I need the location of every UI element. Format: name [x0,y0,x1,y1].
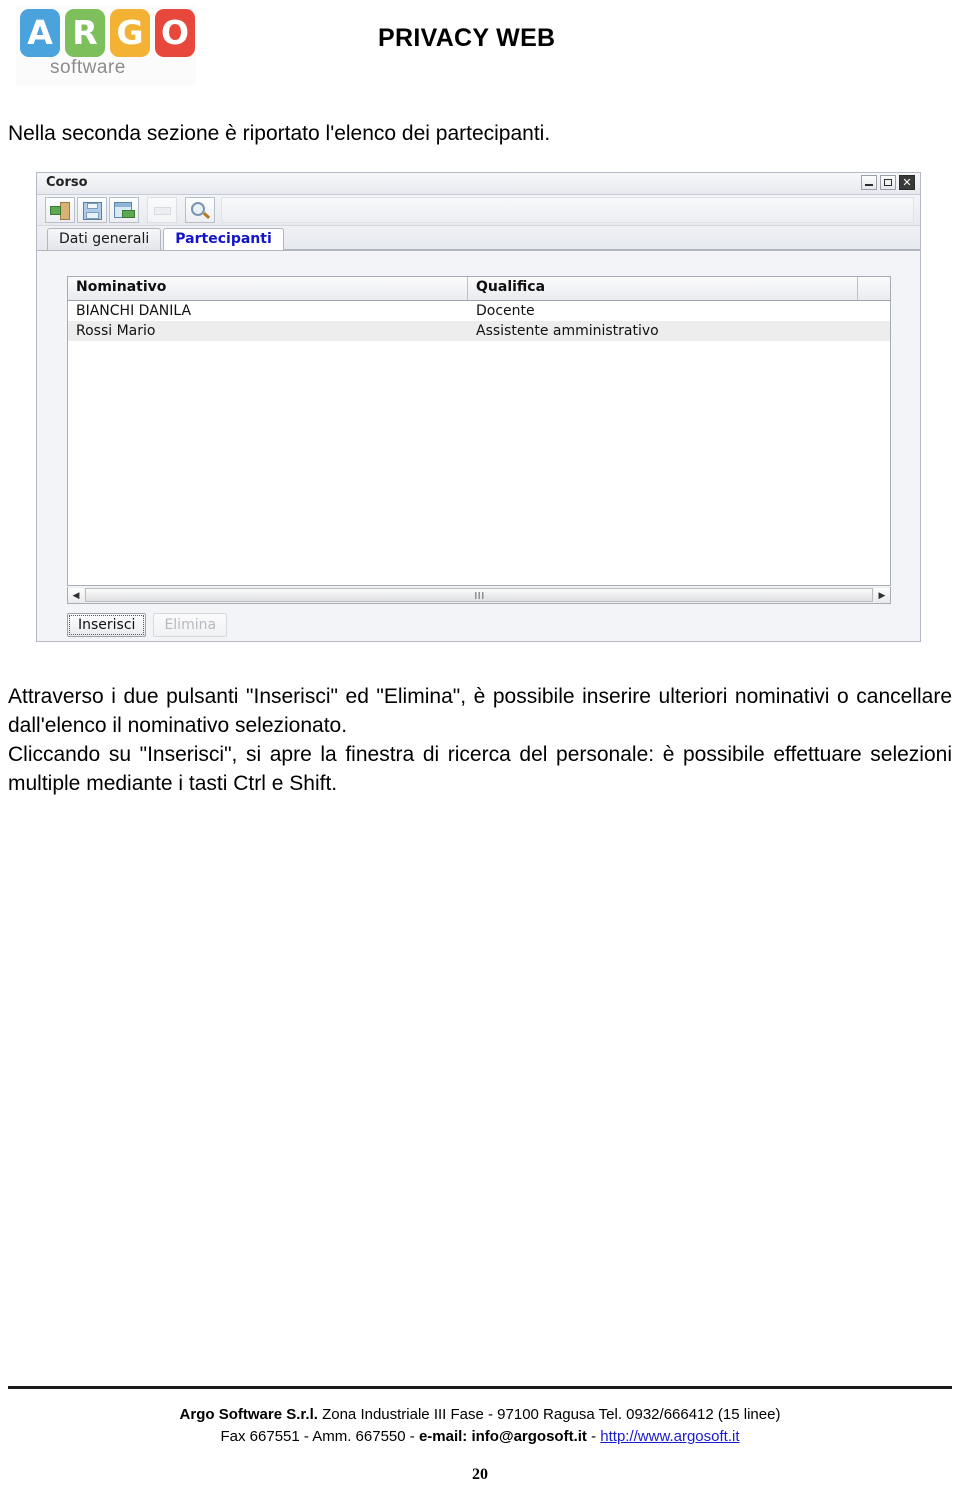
tab-panel-partecipanti: Nominativo Qualifica BIANCHI DANILA Doce… [37,250,920,641]
magnifier-handle-icon [202,212,211,219]
table-row[interactable]: BIANCHI DANILA Docente [68,301,890,321]
scroll-right-arrow-icon[interactable]: ▶ [874,587,890,603]
close-button[interactable]: ✕ [899,175,915,190]
intro-paragraph: Nella seconda sezione è riportato l'elen… [8,122,551,145]
minimize-icon [865,184,873,186]
cell-nominativo: BIANCHI DANILA [76,303,192,319]
tab-partecipanti[interactable]: Partecipanti [163,228,284,250]
logo-wordmark: software [50,57,126,78]
window-title-bar: Corso ✕ [37,173,920,195]
inserisci-button[interactable]: Inserisci [67,613,147,637]
footer-website-link[interactable]: http://www.argosoft.it [600,1428,739,1445]
scrollbar-grip-icon [475,592,484,599]
grid-header-row: Nominativo Qualifica [68,277,890,301]
column-header-nominativo[interactable]: Nominativo [68,277,468,300]
tab-strip: Dati generali Partecipanti [37,226,920,250]
footer-divider [8,1386,952,1389]
exit-door-icon [60,202,70,220]
table-row[interactable]: Rossi Mario Assistente amministrativo [68,321,890,341]
minimize-button[interactable] [861,175,877,190]
logo-tile-g: G [110,9,150,57]
insert-button[interactable] [109,197,139,223]
cell-qualifica: Docente [476,303,535,319]
window-title: Corso [46,175,88,190]
maximize-icon [884,179,892,186]
body-paragraphs: Attraverso i due pulsanti "Inserisci" ed… [8,682,952,798]
document-title: PRIVACY WEB [378,24,556,52]
footer-address: Zona Industriale III Fase - 97100 Ragusa… [317,1406,781,1423]
maximize-button[interactable] [880,175,896,190]
footer-line-2: Fax 667551 - Amm. 667550 - e-mail: info@… [0,1426,960,1448]
footer-line-1: Argo Software S.r.l. Zona Industriale II… [0,1404,960,1426]
window-titlebar-icon [115,203,131,207]
window-toolbar [37,195,920,226]
search-button[interactable] [185,197,215,223]
app-window-screenshot: Corso ✕ Dati generali Partecipanti Nomin… [36,172,921,642]
footer-fax: Fax 667551 - Amm. 667550 - [220,1428,419,1445]
page-footer: Argo Software S.r.l. Zona Industriale II… [0,1404,960,1448]
column-header-extra[interactable] [858,277,890,300]
logo-tiles: A R G O [20,9,195,57]
body-paragraph-2: Cliccando su "Inserisci", si apre la fin… [8,743,952,795]
disabled-tool-button [147,197,177,223]
logo-tile-a: A [20,9,60,57]
elimina-button: Elimina [153,613,228,637]
argo-logo: A R G O software [16,6,196,86]
footer-separator: - [586,1428,601,1445]
logo-tile-r: R [65,9,105,57]
horizontal-scrollbar[interactable]: ◀ ▶ [67,587,891,604]
logo-tile-o: O [155,9,195,57]
cell-extra [858,301,890,321]
column-header-qualifica[interactable]: Qualifica [468,277,858,300]
save-button[interactable] [77,197,107,223]
exit-arrow-icon [50,206,61,215]
scroll-left-arrow-icon[interactable]: ◀ [68,587,84,603]
window-controls: ✕ [861,175,915,190]
page-number: 20 [472,1466,488,1483]
participants-grid: Nominativo Qualifica BIANCHI DANILA Doce… [67,276,891,586]
exit-button[interactable] [45,197,75,223]
tab-dati-generali[interactable]: Dati generali [47,228,162,250]
cell-qualifica: Assistente amministrativo [476,323,659,339]
floppy-shutter-icon [87,203,98,209]
floppy-label-icon [86,212,99,219]
page-header: A R G O software PRIVACY WEB [0,0,960,92]
insert-arrow-icon [122,210,135,218]
footer-company: Argo Software S.r.l. [179,1406,318,1423]
body-paragraph-1: Attraverso i due pulsanti "Inserisci" ed… [8,685,952,737]
toolbar-filler [221,197,914,223]
grid-action-buttons: Inserisci Elimina [67,613,228,637]
blank-disabled-icon [154,207,171,215]
cell-nominativo: Rossi Mario [76,323,156,339]
cell-extra [858,321,890,341]
scrollbar-thumb[interactable] [85,588,873,602]
footer-email: e-mail: info@argosoft.it [418,1428,587,1445]
